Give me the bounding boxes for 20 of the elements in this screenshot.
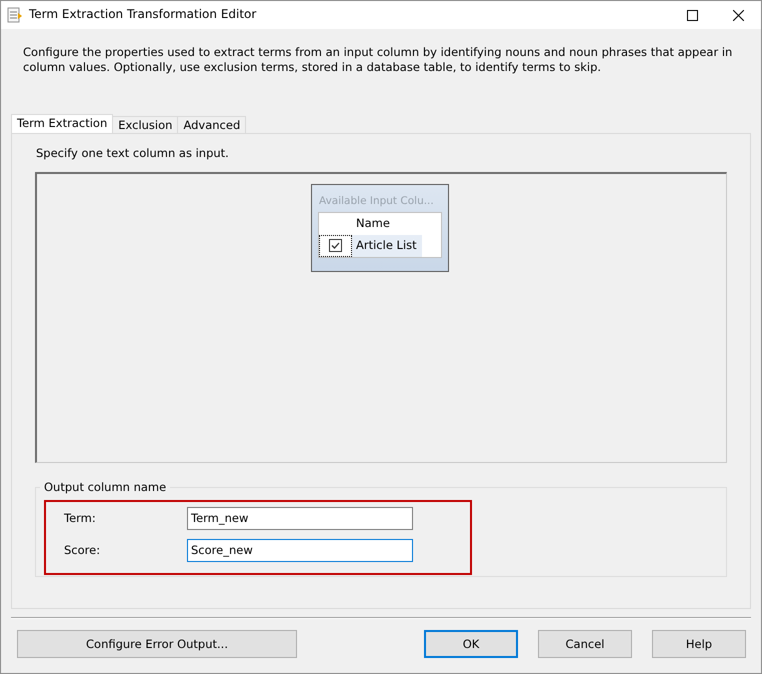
column-name[interactable]: Article List xyxy=(352,234,422,257)
tab[interactable]: Term Extraction xyxy=(11,114,114,133)
description-text: Configure the properties used to extract terms from an input column by identifying nouns and noun phrases that appear in column values. Optionally, use exclusion terms, stored in a database table, to identify terms to skip. xyxy=(22,44,734,76)
close-icon xyxy=(732,10,744,20)
field-label: Score: xyxy=(64,542,102,558)
button[interactable]: Configure Error Output... xyxy=(17,630,297,658)
group-title: Output column name xyxy=(40,480,170,495)
button[interactable]: OK xyxy=(424,630,518,658)
tab[interactable]: Advanced xyxy=(177,116,246,133)
maximize-icon xyxy=(686,10,698,20)
button[interactable]: Help xyxy=(652,630,746,658)
text-field[interactable]: Term_new xyxy=(187,506,413,530)
checkbox[interactable] xyxy=(329,239,342,252)
column-list-title: Available Input Colu... xyxy=(318,194,434,209)
instruction-text: Specify one text column as input. xyxy=(35,145,230,162)
text-field[interactable]: Score_new xyxy=(187,538,413,562)
window-title: Term Extraction Transformation Editor xyxy=(29,7,256,23)
field-label: Term: xyxy=(64,510,97,526)
document-icon xyxy=(7,7,23,23)
button[interactable]: Cancel xyxy=(538,630,632,658)
